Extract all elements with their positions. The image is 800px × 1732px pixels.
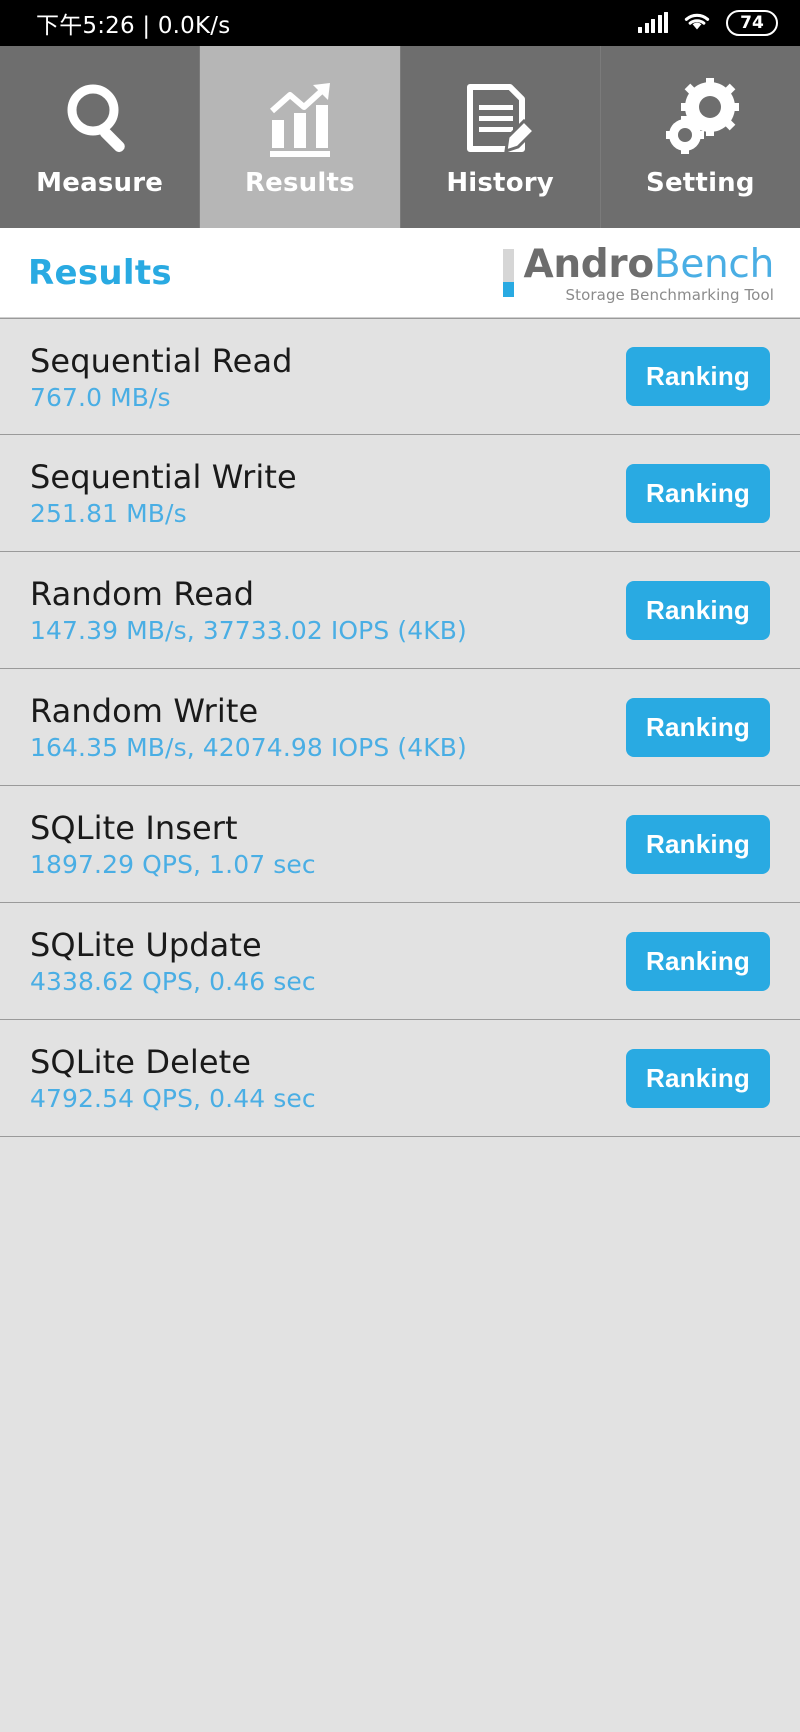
status-bar: 下午5:26 | 0.0K/s 74 xyxy=(0,0,800,46)
bar-chart-arrow-icon xyxy=(258,76,342,162)
tab-history[interactable]: History xyxy=(401,46,601,228)
row-texts: SQLite Update 4338.62 QPS, 0.46 sec xyxy=(30,926,316,996)
table-row[interactable]: SQLite Insert 1897.29 QPS, 1.07 sec Rank… xyxy=(0,786,800,903)
row-title: SQLite Delete xyxy=(30,1043,252,1081)
ranking-button[interactable]: Ranking xyxy=(626,463,770,523)
magnifier-icon xyxy=(58,76,142,162)
tab-measure[interactable]: Measure xyxy=(0,46,201,228)
document-pencil-icon xyxy=(458,76,542,162)
row-title: Random Write xyxy=(30,692,259,730)
tab-measure-label: Measure xyxy=(36,168,164,198)
row-value: 164.35 MB/s, 42074.98 IOPS (4KB) xyxy=(30,733,467,762)
row-value: 4338.62 QPS, 0.46 sec xyxy=(30,967,316,996)
row-title: SQLite Update xyxy=(30,926,262,964)
logo-bar-icon xyxy=(503,249,515,298)
row-value: 4792.54 QPS, 0.44 sec xyxy=(30,1084,316,1113)
row-title: Sequential Write xyxy=(30,458,297,496)
row-title: Random Read xyxy=(30,575,255,613)
page-title: Results xyxy=(28,252,172,293)
logo-text: AndroBench Storage Benchmarking Tool xyxy=(523,245,774,304)
row-title: SQLite Insert xyxy=(30,809,238,847)
row-texts: Sequential Read 767.0 MB/s xyxy=(30,342,293,412)
tab-setting[interactable]: Setting xyxy=(601,46,800,228)
row-title: Sequential Read xyxy=(30,341,293,380)
ranking-button[interactable]: Ranking xyxy=(626,1048,770,1108)
ranking-button[interactable]: Ranking xyxy=(626,931,770,991)
page-header: Results AndroBench Storage Benchmarking … xyxy=(0,228,800,318)
logo-wordmark: AndroBench xyxy=(523,245,774,285)
table-row[interactable]: Sequential Write 251.81 MB/s Ranking xyxy=(0,435,800,552)
ranking-button[interactable]: Ranking xyxy=(626,347,770,406)
status-clock: 下午5:26 | 0.0K/s xyxy=(36,13,231,39)
logo-secondary: Bench xyxy=(653,242,774,288)
logo-primary: Andro xyxy=(523,242,654,288)
androbench-logo: AndroBench Storage Benchmarking Tool xyxy=(503,241,774,304)
row-value: 767.0 MB/s xyxy=(30,382,171,412)
tab-bar: Measure Results History Setting xyxy=(0,46,800,228)
results-list: Sequential Read 767.0 MB/s Ranking Seque… xyxy=(0,318,800,1137)
signal-bars-icon xyxy=(638,12,668,33)
empty-list-area xyxy=(0,1137,800,1732)
ranking-button[interactable]: Ranking xyxy=(626,697,770,757)
battery-indicator: 74 xyxy=(726,10,778,36)
ranking-button[interactable]: Ranking xyxy=(626,580,770,640)
app-screen: 下午5:26 | 0.0K/s 74 Measure Results Histo… xyxy=(0,0,800,1732)
row-texts: SQLite Delete 4792.54 QPS, 0.44 sec xyxy=(30,1043,316,1113)
table-row[interactable]: SQLite Delete 4792.54 QPS, 0.44 sec Rank… xyxy=(0,1020,800,1137)
ranking-button[interactable]: Ranking xyxy=(626,814,770,874)
row-texts: SQLite Insert 1897.29 QPS, 1.07 sec xyxy=(30,809,316,879)
row-texts: Random Write 164.35 MB/s, 42074.98 IOPS … xyxy=(30,692,467,762)
table-row[interactable]: Sequential Read 767.0 MB/s Ranking xyxy=(0,318,800,435)
tab-results[interactable]: Results xyxy=(200,46,401,228)
row-value: 147.39 MB/s, 37733.02 IOPS (4KB) xyxy=(30,616,467,645)
status-indicators: 74 xyxy=(638,9,778,37)
tab-setting-label: Setting xyxy=(646,168,755,198)
row-texts: Sequential Write 251.81 MB/s xyxy=(30,458,297,528)
row-texts: Random Read 147.39 MB/s, 37733.02 IOPS (… xyxy=(30,575,467,645)
table-row[interactable]: SQLite Update 4338.62 QPS, 0.46 sec Rank… xyxy=(0,903,800,1020)
table-row[interactable]: Random Write 164.35 MB/s, 42074.98 IOPS … xyxy=(0,669,800,786)
row-value: 1897.29 QPS, 1.07 sec xyxy=(30,850,316,879)
row-value: 251.81 MB/s xyxy=(30,499,187,528)
tab-results-label: Results xyxy=(244,168,355,198)
table-row[interactable]: Random Read 147.39 MB/s, 37733.02 IOPS (… xyxy=(0,552,800,669)
wifi-icon xyxy=(682,9,712,37)
gears-icon xyxy=(658,76,742,162)
tab-history-label: History xyxy=(446,168,554,198)
logo-tagline: Storage Benchmarking Tool xyxy=(565,285,774,304)
